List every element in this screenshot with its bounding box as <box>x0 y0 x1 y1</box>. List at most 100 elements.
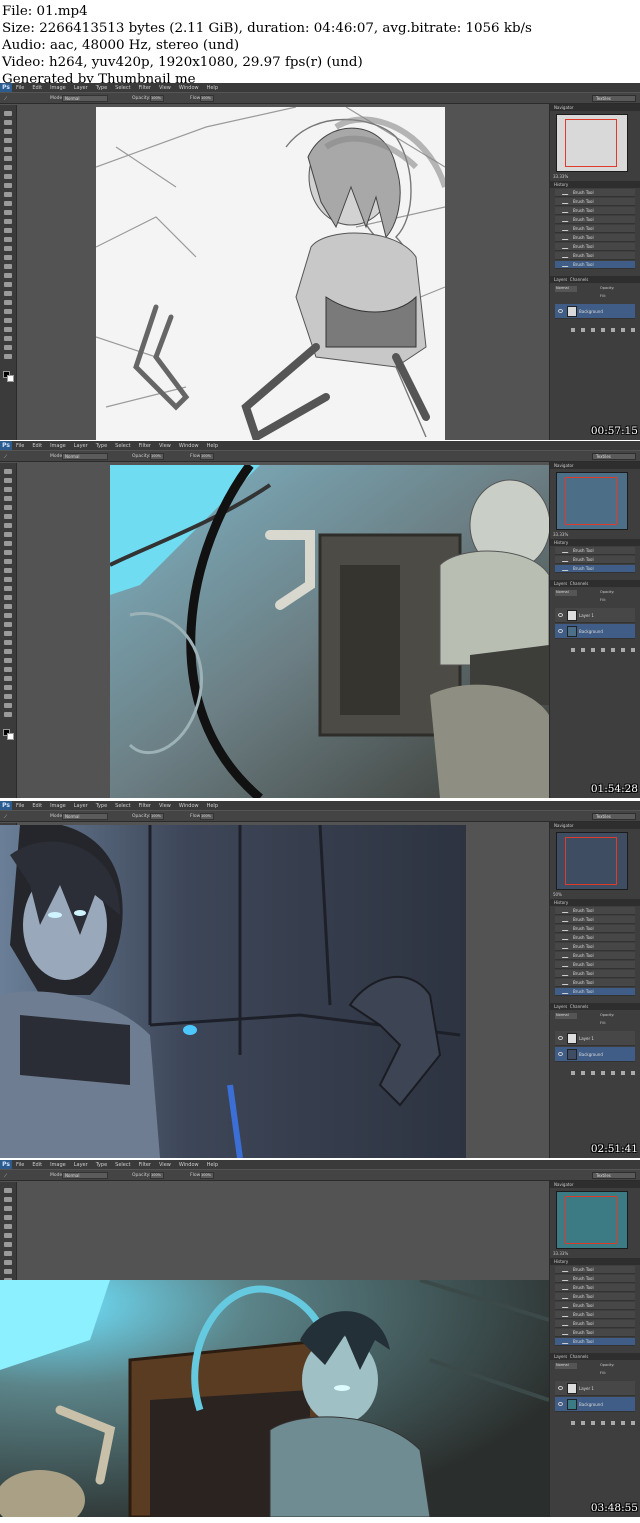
navigator-tab[interactable]: Navigator <box>550 1181 640 1188</box>
menu-item[interactable]: File <box>16 803 24 809</box>
layer-row-background[interactable]: Background <box>555 1397 635 1412</box>
history-state[interactable]: Brush Tool <box>555 225 635 233</box>
blend-mode-select[interactable]: Normal <box>555 1013 577 1019</box>
history-state[interactable]: Brush Tool <box>555 979 635 987</box>
tool-button[interactable] <box>4 264 12 269</box>
tool-button[interactable] <box>4 622 12 627</box>
menu-item[interactable]: Type <box>96 1162 107 1168</box>
menu-item[interactable]: Image <box>50 85 66 91</box>
tool-button[interactable] <box>4 219 12 224</box>
menu-item[interactable]: Filter <box>139 803 151 809</box>
layer-action-icon[interactable] <box>571 1421 575 1425</box>
tool-button[interactable] <box>4 1206 12 1211</box>
history-state[interactable]: Brush Tool <box>555 1266 635 1274</box>
tool-button[interactable] <box>4 318 12 323</box>
tool-button[interactable] <box>4 336 12 341</box>
layers-tab[interactable]: Layers Channels <box>550 276 640 283</box>
tool-button[interactable] <box>4 111 12 116</box>
menu-item[interactable]: File <box>16 85 24 91</box>
menu-item[interactable]: Layer <box>74 803 88 809</box>
tool-button[interactable] <box>4 496 12 501</box>
tool-button[interactable] <box>4 541 12 546</box>
flow-field[interactable]: 100% <box>200 1172 214 1179</box>
tool-button[interactable] <box>4 237 12 242</box>
menu-item[interactable]: Help <box>207 1162 218 1168</box>
tool-button[interactable] <box>4 300 12 305</box>
opacity-field[interactable]: 100% <box>150 453 164 460</box>
tool-button[interactable] <box>4 649 12 654</box>
navigator-zoom[interactable]: 33.33% <box>553 174 568 179</box>
menu-item[interactable]: Edit <box>32 803 42 809</box>
layer-action-icon[interactable] <box>611 328 615 332</box>
layer-action-icon[interactable] <box>611 648 615 652</box>
layer-action-icon[interactable] <box>631 1071 635 1075</box>
mode-select[interactable]: Normal <box>62 813 108 820</box>
document-canvas[interactable] <box>0 825 466 1158</box>
layer-row[interactable]: Layer 1 <box>555 608 635 623</box>
tool-button[interactable] <box>4 559 12 564</box>
menu-item[interactable]: Window <box>179 443 199 449</box>
navigator-view-box[interactable] <box>565 477 617 525</box>
layer-action-icon[interactable] <box>571 328 575 332</box>
workspace-select[interactable]: Textiles <box>592 95 636 102</box>
tool-button[interactable] <box>4 595 12 600</box>
layers-tab[interactable]: Layers Channels <box>550 1353 640 1360</box>
navigator-thumbnail[interactable] <box>556 114 628 172</box>
menu-item[interactable]: File <box>16 1162 24 1168</box>
visibility-eye-icon[interactable] <box>558 613 563 617</box>
visibility-eye-icon[interactable] <box>558 1386 563 1390</box>
tool-button[interactable] <box>4 273 12 278</box>
menu-item[interactable]: Help <box>207 443 218 449</box>
blend-mode-select[interactable]: Normal <box>555 1363 577 1369</box>
tool-button[interactable] <box>4 676 12 681</box>
history-tab[interactable]: History <box>550 899 640 906</box>
navigator-view-box[interactable] <box>565 1196 617 1244</box>
history-state[interactable]: Brush Tool <box>555 1311 635 1319</box>
tool-button[interactable] <box>4 514 12 519</box>
visibility-eye-icon[interactable] <box>558 309 563 313</box>
tool-button[interactable] <box>4 640 12 645</box>
history-state[interactable]: Brush Tool <box>555 934 635 942</box>
navigator-tab[interactable]: Navigator <box>550 462 640 469</box>
navigator-zoom[interactable]: 50% <box>553 892 562 897</box>
tool-button[interactable] <box>4 586 12 591</box>
brush-preset-icon[interactable]: ⟋ <box>4 96 7 102</box>
tool-button[interactable] <box>4 658 12 663</box>
brush-preset-icon[interactable]: ⟋ <box>4 814 7 820</box>
background-color-swatch[interactable] <box>7 733 14 740</box>
tool-button[interactable] <box>4 523 12 528</box>
tool-button[interactable] <box>4 174 12 179</box>
layer-action-icon[interactable] <box>581 328 585 332</box>
layer-action-icon[interactable] <box>621 1071 625 1075</box>
history-state[interactable]: Brush Tool <box>555 1338 635 1346</box>
menu-item[interactable]: Type <box>96 85 107 91</box>
tool-button[interactable] <box>4 685 12 690</box>
history-state[interactable]: Brush Tool <box>555 988 635 996</box>
history-state[interactable]: Brush Tool <box>555 261 635 269</box>
history-state[interactable]: Brush Tool <box>555 907 635 915</box>
menu-item[interactable]: Layer <box>74 1162 88 1168</box>
menu-item[interactable]: File <box>16 443 24 449</box>
tool-button[interactable] <box>4 703 12 708</box>
layer-row[interactable]: Layer 1 <box>555 1381 635 1396</box>
layer-action-icon[interactable] <box>631 1421 635 1425</box>
menu-item[interactable]: View <box>159 443 171 449</box>
layers-tab[interactable]: Layers Channels <box>550 1003 640 1010</box>
menu-item[interactable]: View <box>159 803 171 809</box>
history-state[interactable]: Brush Tool <box>555 565 635 573</box>
tool-button[interactable] <box>4 1251 12 1256</box>
history-state[interactable]: Brush Tool <box>555 198 635 206</box>
tool-button[interactable] <box>4 631 12 636</box>
layer-row-background[interactable]: Background <box>555 624 635 639</box>
history-tab[interactable]: History <box>550 539 640 546</box>
tool-button[interactable] <box>4 1269 12 1274</box>
layer-row-background[interactable]: Background <box>555 1047 635 1062</box>
background-color-swatch[interactable] <box>7 375 14 382</box>
tool-button[interactable] <box>4 246 12 251</box>
menu-item[interactable]: Image <box>50 1162 66 1168</box>
history-state[interactable]: Brush Tool <box>555 916 635 924</box>
menu-item[interactable]: Edit <box>32 1162 42 1168</box>
menu-item[interactable]: Layer <box>74 443 88 449</box>
tool-button[interactable] <box>4 613 12 618</box>
tool-button[interactable] <box>4 478 12 483</box>
